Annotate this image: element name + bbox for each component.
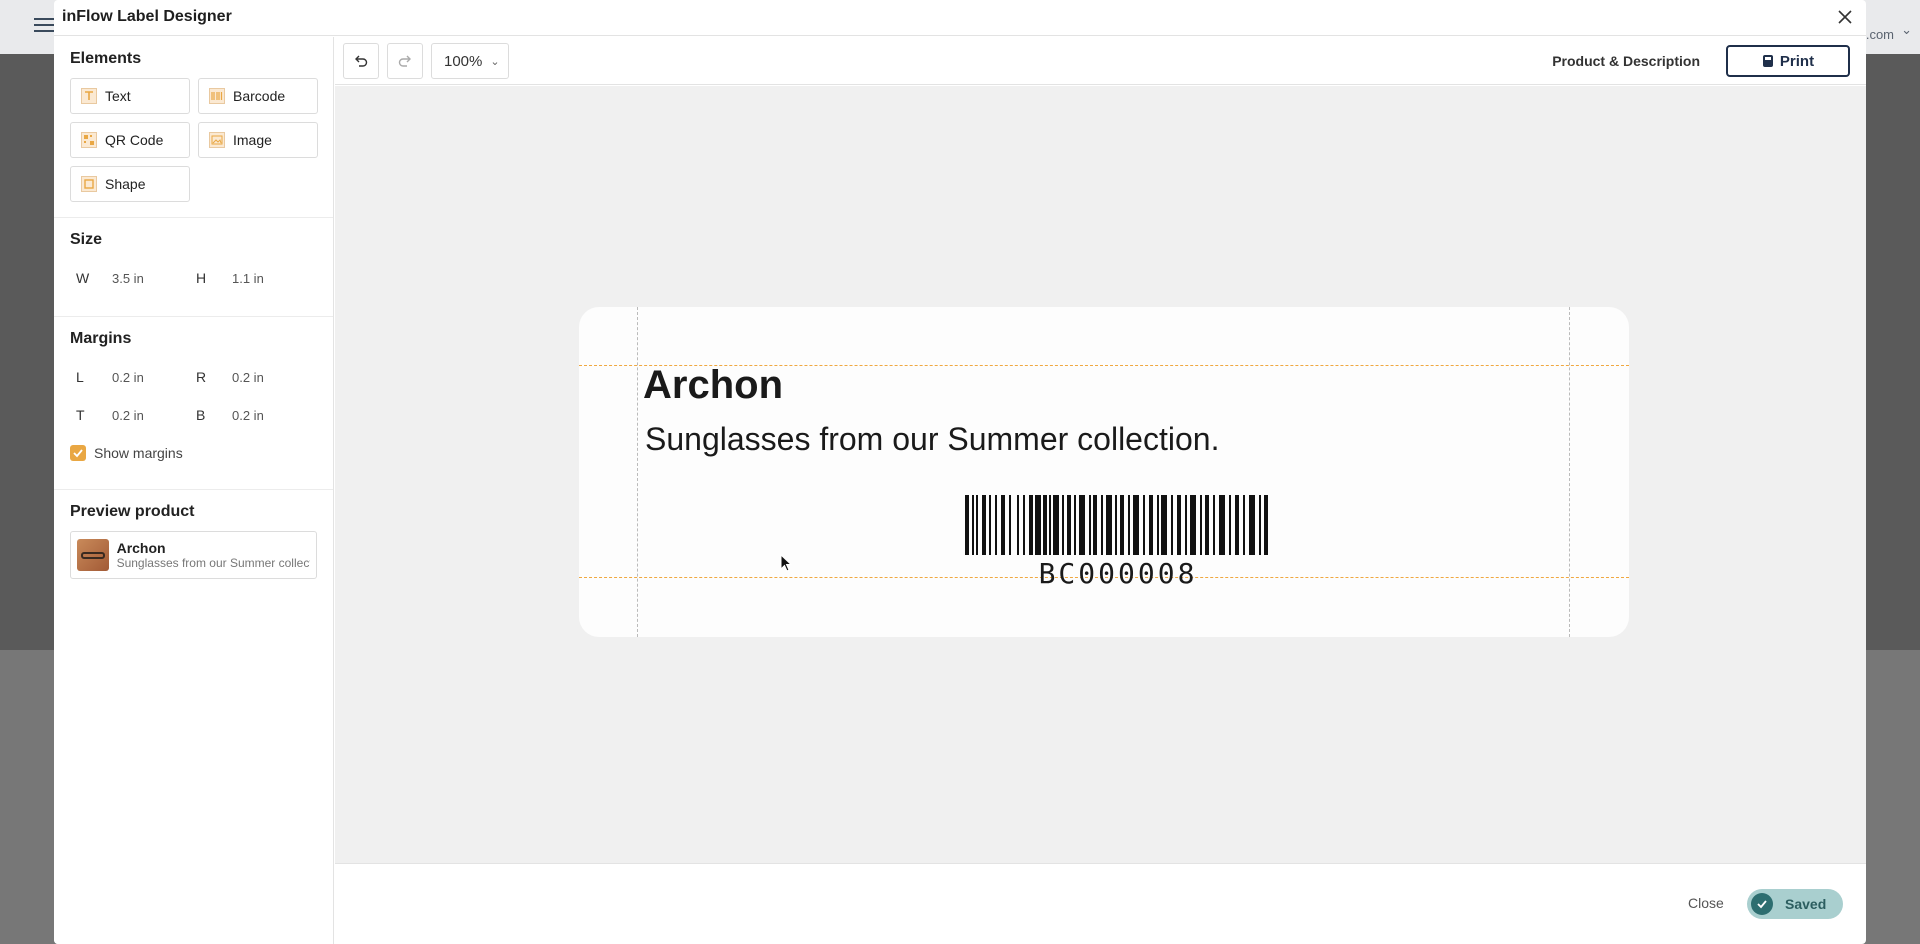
modal-title: inFlow Label Designer	[62, 8, 232, 25]
saved-status: Saved	[1747, 889, 1843, 919]
saved-label: Saved	[1785, 896, 1827, 912]
product-thumbnail	[77, 539, 109, 571]
margin-top-key: T	[76, 407, 85, 423]
undo-icon	[355, 55, 368, 67]
design-canvas[interactable]: Archon Sunglasses from our Summer collec…	[335, 86, 1866, 864]
label-designer-modal: inFlow Label Designer Elements Text Barc…	[54, 0, 1866, 944]
undo-button[interactable]	[343, 43, 379, 79]
redo-icon	[398, 55, 411, 67]
width-key: W	[76, 270, 90, 286]
margin-left-input[interactable]: 0.2 in	[112, 370, 190, 385]
show-margins-checkbox[interactable]	[70, 445, 86, 461]
add-text-button[interactable]: Text	[70, 78, 190, 114]
add-qr-code-button[interactable]: QR Code	[70, 122, 190, 158]
chevron-down-icon[interactable]: ⌄	[1901, 22, 1912, 38]
show-margins-label: Show margins	[94, 445, 183, 461]
zoom-value: 100%	[444, 52, 483, 70]
preview-product-description: Sunglasses from our Summer collection.	[116, 556, 310, 570]
check-icon	[1751, 893, 1773, 915]
preview-product-section: Preview product Archon Sunglasses from o…	[54, 490, 333, 592]
text-icon	[81, 88, 97, 104]
margin-top-input[interactable]: 0.2 in	[112, 408, 190, 423]
image-icon	[209, 132, 225, 148]
designer-sidebar: Elements Text Barcode QR Code Image Shap…	[54, 37, 334, 944]
qr-code-icon	[81, 132, 97, 148]
margin-bottom-key: B	[196, 407, 206, 423]
modal-header: inFlow Label Designer	[54, 0, 1866, 36]
add-barcode-label: Barcode	[233, 88, 286, 104]
label-preview[interactable]: Archon Sunglasses from our Summer collec…	[579, 307, 1629, 637]
barcode-icon	[209, 88, 225, 104]
elements-section: Elements Text Barcode QR Code Image Shap…	[54, 37, 333, 218]
label-barcode[interactable]	[965, 495, 1271, 555]
margin-right-input[interactable]: 0.2 in	[232, 370, 310, 385]
height-key: H	[196, 270, 207, 286]
redo-button[interactable]	[387, 43, 423, 79]
preview-product-selector[interactable]: Archon Sunglasses from our Summer collec…	[70, 531, 317, 579]
shape-icon	[81, 176, 97, 192]
hamburger-menu-icon[interactable]	[34, 18, 54, 34]
add-qr-code-label: QR Code	[105, 132, 164, 148]
chevron-down-icon: ⌄	[490, 55, 500, 68]
zoom-select[interactable]: 100% ⌄	[431, 43, 509, 79]
show-margins-toggle[interactable]: Show margins	[70, 438, 317, 468]
margins-title: Margins	[70, 330, 132, 347]
close-icon[interactable]	[1834, 6, 1856, 28]
label-barcode-text: BC000008	[1038, 557, 1198, 590]
add-text-label: Text	[105, 88, 131, 104]
label-product-name[interactable]: Archon	[643, 363, 783, 408]
add-image-button[interactable]: Image	[198, 122, 318, 158]
account-email-fragment: .com	[1865, 27, 1894, 42]
mouse-pointer-icon	[780, 554, 793, 572]
close-button[interactable]: Close	[1688, 895, 1724, 911]
add-image-label: Image	[233, 132, 272, 148]
margin-right-key: R	[196, 369, 207, 385]
margin-guide-right	[1569, 307, 1570, 637]
margin-bottom-input[interactable]: 0.2 in	[232, 408, 310, 423]
designer-toolbar: 100% ⌄ Product & Description Print	[335, 37, 1866, 85]
margin-left-key: L	[76, 369, 84, 385]
height-input[interactable]: 1.1 in	[232, 271, 310, 286]
size-title: Size	[70, 231, 103, 248]
template-name[interactable]: Product & Description	[1552, 53, 1700, 69]
add-shape-button[interactable]: Shape	[70, 166, 190, 202]
print-icon	[1762, 55, 1773, 67]
margin-guide-left	[637, 307, 638, 637]
print-button[interactable]: Print	[1726, 45, 1850, 77]
margins-section: Margins L 0.2 in R 0.2 in T 0.2 in B 0.2…	[54, 317, 333, 490]
print-label: Print	[1779, 52, 1815, 70]
preview-product-name: Archon	[116, 540, 166, 556]
elements-title: Elements	[70, 50, 142, 67]
preview-product-title: Preview product	[70, 503, 195, 520]
width-input[interactable]: 3.5 in	[112, 271, 190, 286]
size-section: Size W 3.5 in H 1.1 in	[54, 218, 333, 317]
add-barcode-button[interactable]: Barcode	[198, 78, 318, 114]
add-shape-label: Shape	[105, 176, 146, 192]
label-product-description[interactable]: Sunglasses from our Summer collection.	[645, 421, 1219, 458]
